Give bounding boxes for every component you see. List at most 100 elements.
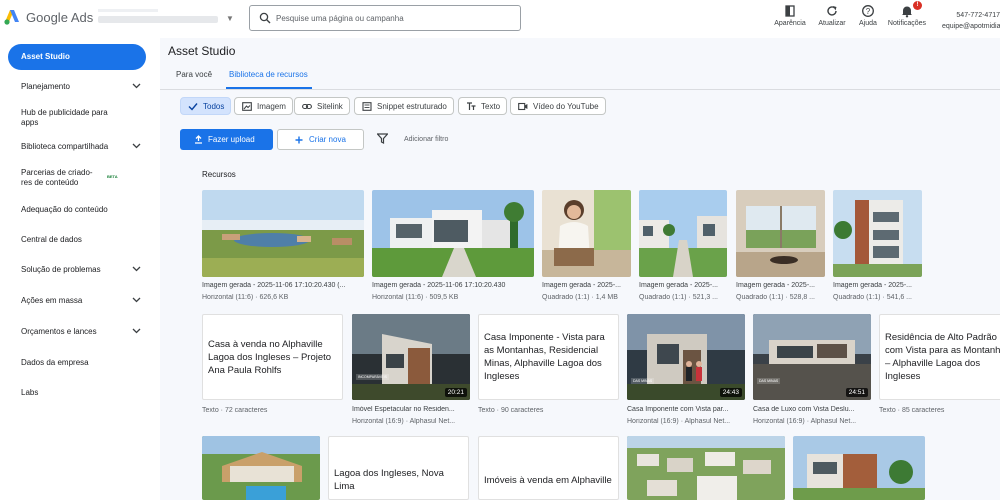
asset-title: Imagem gerada - 2025-... bbox=[542, 282, 621, 289]
notifications-button[interactable]: ! Notificações bbox=[884, 1, 930, 27]
plus-icon bbox=[295, 136, 303, 144]
check-icon bbox=[188, 103, 198, 111]
refresh-button[interactable]: Atualizar bbox=[814, 4, 850, 27]
appearance-icon bbox=[785, 5, 795, 17]
upload-label: Fazer upload bbox=[208, 135, 255, 144]
asset-card[interactable]: Imagem gerada - 2025-... Quadrado (1:1) … bbox=[542, 190, 631, 308]
link-icon bbox=[302, 103, 312, 110]
text-icon bbox=[467, 102, 476, 110]
sidebar-item-hub-apps[interactable]: Hub de publicidade para apps bbox=[21, 108, 117, 128]
google-ads-logo-icon[interactable] bbox=[4, 9, 20, 25]
asset-card[interactable]: Imagem gerada - 2025-... Quadrado (1:1) … bbox=[639, 190, 727, 308]
sidebar-item-planejamento[interactable]: Planejamento bbox=[21, 82, 141, 92]
sidebar-item-label: Biblioteca compartilhada bbox=[21, 142, 109, 151]
chevron-down-icon bbox=[132, 328, 141, 334]
chip-snippet[interactable]: Snippet estruturado bbox=[354, 97, 454, 115]
search-input[interactable] bbox=[276, 9, 506, 27]
sidebar-item-label: Dados da empresa bbox=[21, 358, 89, 367]
asset-card[interactable]: Imagem gerada - 2025-11-06 17:10:20.430 … bbox=[372, 190, 534, 308]
asset-card[interactable] bbox=[627, 436, 785, 500]
sidebar-item-orcamentos[interactable]: Orçamentos e lances bbox=[21, 327, 141, 337]
sidebar-item-central-dados[interactable]: Central de dados bbox=[21, 235, 141, 245]
tab-biblioteca-recursos[interactable]: Biblioteca de recursos bbox=[229, 70, 308, 79]
text-asset-content: Casa à venda no Alphaville Lagoa dos Ing… bbox=[202, 314, 343, 400]
text-asset-content: Casa Imponente - Vista para as Montanhas… bbox=[478, 314, 619, 400]
text-asset-card[interactable]: Casa à venda no Alphaville Lagoa dos Ing… bbox=[202, 314, 343, 418]
chip-label: Sitelink bbox=[317, 102, 343, 111]
search-box[interactable] bbox=[249, 5, 521, 31]
sidebar-item-biblioteca[interactable]: Biblioteca compartilhada bbox=[21, 142, 141, 152]
upload-button[interactable]: Fazer upload bbox=[180, 129, 273, 150]
asset-meta: Horizontal (11:6) · 626,6 KB bbox=[202, 294, 289, 301]
refresh-icon bbox=[827, 6, 837, 16]
asset-meta: Texto · 72 caracteres bbox=[202, 407, 268, 414]
sidebar-item-label: Labs bbox=[21, 388, 39, 397]
sidebar-item-acoes-massa[interactable]: Ações em massa bbox=[21, 296, 141, 306]
sidebar-item-label: Orçamentos e lances bbox=[21, 327, 97, 336]
asset-card[interactable]: Imagem gerada - 2025-... Quadrado (1:1) … bbox=[833, 190, 922, 308]
asset-title: Imagem gerada - 2025-... bbox=[833, 282, 912, 289]
sidebar-item-label: Ações em massa bbox=[21, 296, 83, 305]
account-selector[interactable] bbox=[98, 6, 238, 32]
appearance-button[interactable]: Aparência bbox=[772, 4, 808, 27]
svg-text:?: ? bbox=[866, 7, 871, 16]
account-dropdown-icon[interactable]: ▼ bbox=[226, 14, 234, 23]
asset-thumbnail bbox=[542, 190, 631, 277]
sidebar-item-labs[interactable]: Labs bbox=[21, 388, 141, 398]
sidebar: Asset Studio Planejamento Hub de publici… bbox=[0, 38, 160, 500]
help-button[interactable]: ? Ajuda bbox=[852, 4, 884, 27]
sidebar-item-dados-empresa[interactable]: Dados da empresa bbox=[21, 358, 141, 368]
tabs-divider bbox=[160, 89, 1000, 90]
asset-thumbnail bbox=[202, 190, 364, 277]
text-asset-card[interactable]: Imóveis à venda em Alphaville bbox=[478, 436, 619, 500]
asset-thumbnail bbox=[202, 436, 320, 500]
asset-card[interactable]: Imagem gerada - 2025-... Quadrado (1:1) … bbox=[736, 190, 825, 308]
upload-icon bbox=[195, 135, 202, 144]
chip-texto[interactable]: Texto bbox=[458, 97, 508, 115]
text-asset-content: Imóveis à venda em Alphaville bbox=[478, 436, 619, 500]
asset-title: Imagem gerada - 2025-11-06 17:10:20.430 … bbox=[202, 282, 346, 289]
asset-card[interactable] bbox=[793, 436, 925, 500]
sidebar-item-adequacao[interactable]: Adequação do conteúdo bbox=[21, 205, 141, 215]
chip-label: Imagem bbox=[257, 102, 286, 111]
chip-todos[interactable]: Todos bbox=[180, 97, 232, 115]
notification-badge: ! bbox=[913, 1, 922, 10]
help-icon: ? bbox=[862, 5, 874, 17]
user-account[interactable]: 547-772-4717 equipe@apotmidias bbox=[942, 10, 1000, 32]
asset-meta: Quadrado (1:1) · 528,8 ... bbox=[736, 294, 815, 301]
video-asset-card[interactable]: DAS MINAS 24:43 Casa Imponente com Vista… bbox=[627, 314, 745, 432]
chip-video-youtube[interactable]: Vídeo do YouTube bbox=[510, 97, 606, 115]
asset-meta: Horizontal (16:9) · Alphasul Net... bbox=[352, 418, 456, 425]
search-icon bbox=[259, 12, 271, 24]
create-new-button[interactable]: Criar nova bbox=[277, 129, 364, 150]
customer-id: 547-772-4717 bbox=[956, 12, 1000, 19]
video-icon bbox=[518, 102, 528, 111]
bell-icon bbox=[902, 6, 912, 18]
asset-card[interactable]: Imagem gerada - 2025-11-06 17:10:20.430 … bbox=[202, 190, 364, 308]
text-asset-content: Lagoa dos Ingleses, Nova Lima bbox=[328, 436, 469, 500]
asset-card[interactable] bbox=[202, 436, 320, 500]
chevron-down-icon bbox=[132, 143, 141, 149]
text-asset-card[interactable]: Lagoa dos Ingleses, Nova Lima bbox=[328, 436, 469, 500]
chip-imagem[interactable]: Imagem bbox=[234, 97, 293, 115]
text-asset-card[interactable]: Casa Imponente - Vista para as Montanhas… bbox=[478, 314, 619, 418]
chip-sitelink[interactable]: Sitelink bbox=[294, 97, 350, 115]
asset-title: Imóvel Espetacular no Residen... bbox=[352, 406, 455, 413]
add-filter-link[interactable]: Adicionar filtro bbox=[404, 136, 448, 143]
chip-label: Todos bbox=[203, 102, 225, 111]
asset-title: Casa de Luxo com Vista Deslu... bbox=[753, 406, 855, 413]
sidebar-item-label: Adequação do conteúdo bbox=[21, 205, 108, 214]
video-asset-card[interactable]: DAS MINAS 24:51 Casa de Luxo com Vista D… bbox=[753, 314, 871, 432]
sidebar-item-asset-studio[interactable]: Asset Studio bbox=[8, 44, 146, 70]
sidebar-item-parcerias[interactable]: Parcerias de criado-res de conteúdo BETA bbox=[21, 168, 118, 188]
asset-meta: Quadrado (1:1) · 541,6 ... bbox=[833, 294, 912, 301]
asset-title: Imagem gerada - 2025-11-06 17:10:20.430 bbox=[372, 282, 506, 289]
create-new-label: Criar nova bbox=[309, 135, 346, 144]
filter-icon[interactable] bbox=[377, 133, 388, 144]
tab-para-voce[interactable]: Para você bbox=[176, 70, 212, 79]
video-asset-card[interactable]: INCOMPARÁVEIS 20:21 Imóvel Espetacular n… bbox=[352, 314, 470, 432]
asset-thumbnail bbox=[833, 190, 922, 277]
text-asset-card[interactable]: Residência de Alto Padrão com Vista para… bbox=[879, 314, 1000, 418]
sidebar-item-solucao-problemas[interactable]: Solução de problemas bbox=[21, 265, 141, 275]
beta-badge: BETA bbox=[107, 174, 118, 179]
